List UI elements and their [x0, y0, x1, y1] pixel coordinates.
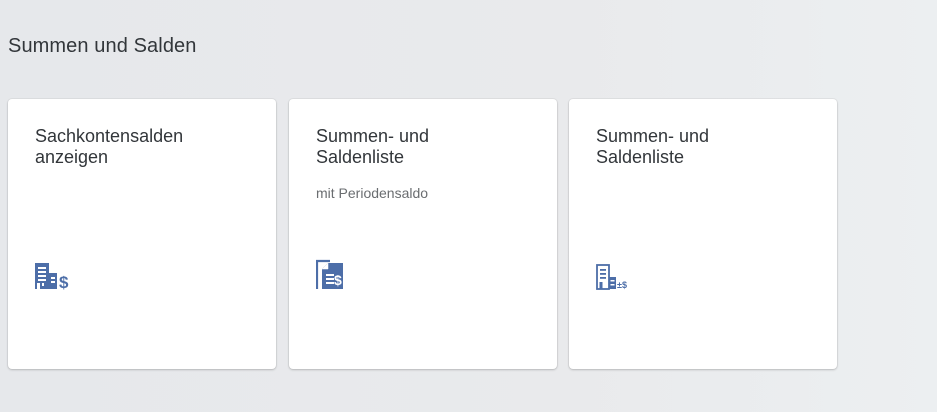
tile-title: Summen- und Saldenliste	[316, 126, 536, 168]
svg-text:$: $	[59, 273, 69, 292]
tile-title: Summen- und Saldenliste	[596, 126, 816, 168]
tile-title-line2: anzeigen	[35, 147, 109, 167]
tile-summen-saldenliste[interactable]: Summen- und Saldenliste ±$	[569, 99, 837, 369]
building-dollar-icon: $	[35, 259, 95, 299]
tile-subtitle: mit Periodensaldo	[316, 185, 429, 201]
tile-sachkontensalden-anzeigen[interactable]: Sachkontensalden anzeigen $	[8, 99, 276, 369]
launchpad-canvas: Summen und Salden Sachkontensalden anzei…	[0, 0, 937, 412]
tile-title-line1: Summen- und	[596, 126, 710, 146]
tile-title: Sachkontensalden anzeigen	[35, 126, 255, 168]
svg-text:$: $	[334, 272, 342, 288]
svg-text:±$: ±$	[617, 280, 627, 290]
building-balance-icon: ±$	[596, 259, 656, 299]
tile-title-line2: Saldenliste	[596, 147, 685, 167]
tile-title-line1: Sachkontensalden	[35, 126, 184, 146]
group-title: Summen und Salden	[8, 35, 197, 57]
tile-title-line1: Summen- und	[316, 126, 430, 146]
tile-title-line2: Saldenliste	[316, 147, 405, 167]
document-dollar-icon: $	[316, 259, 376, 299]
tile-summen-saldenliste-periodensaldo[interactable]: Summen- und Saldenliste mit Periodensald…	[289, 99, 557, 369]
